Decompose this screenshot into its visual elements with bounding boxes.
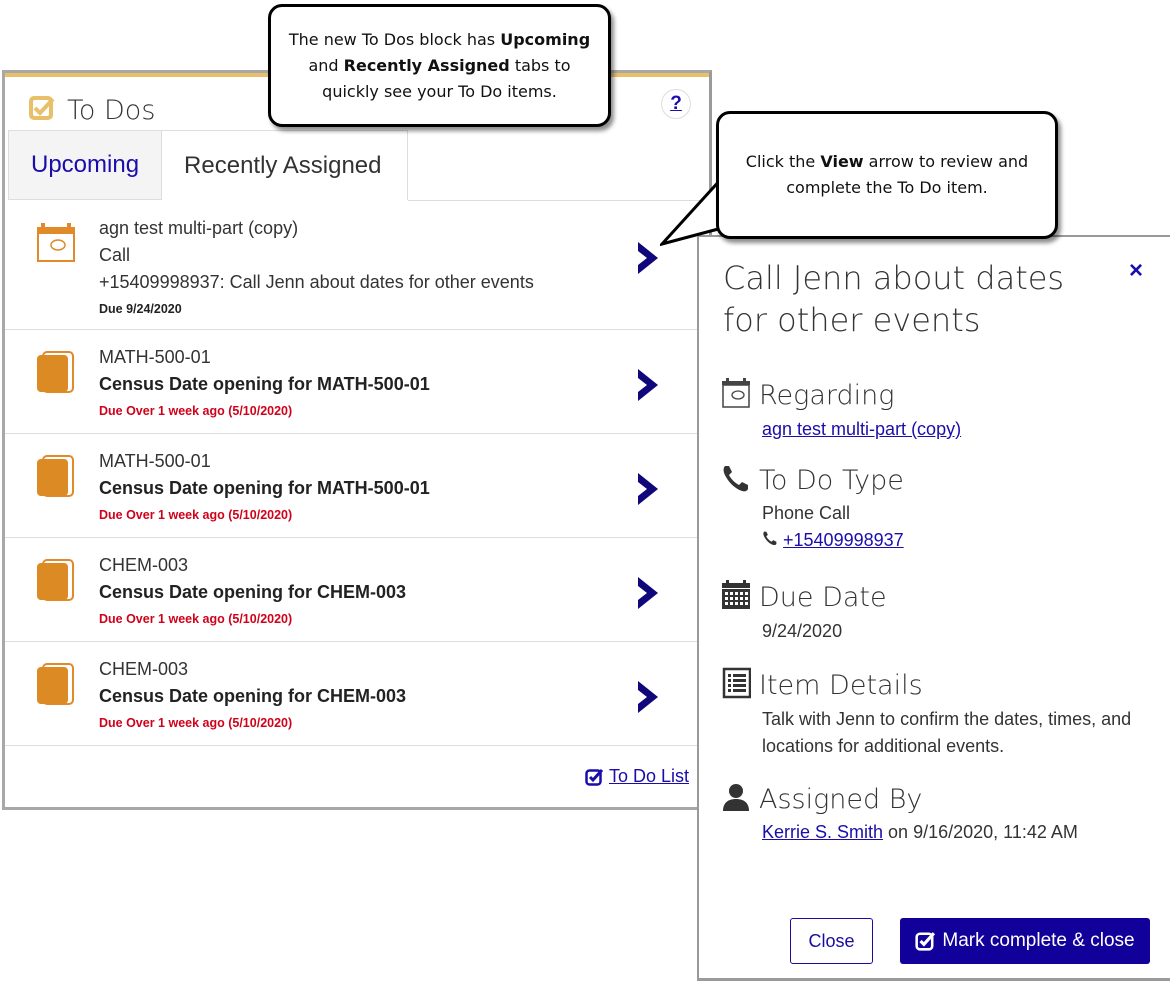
view-arrow-icon[interactable]	[635, 366, 661, 409]
todo-due: Due Over 1 week ago (5/10/2020)	[99, 508, 293, 522]
book-icon	[35, 662, 75, 711]
todo-item: CHEM-003 Census Date opening for CHEM-00…	[5, 642, 709, 746]
todo-description: +15409998937: Call Jenn about dates for …	[99, 272, 534, 292]
calendar-icon	[35, 221, 77, 272]
view-arrow-icon[interactable]	[635, 239, 661, 282]
todo-context: MATH-500-01	[99, 347, 211, 367]
callout-text: The new To Dos block has	[288, 29, 501, 49]
todo-list-link[interactable]: To Do List	[585, 766, 689, 787]
todo-description: Census Date opening for MATH-500-01	[99, 478, 430, 498]
todo-list: agn test multi-part (copy) Call +1540999…	[5, 201, 709, 746]
checkbox-icon	[585, 768, 603, 786]
callout-bold: View	[820, 152, 864, 171]
section-regarding: Regarding agn test multi-part (copy)	[721, 377, 961, 443]
section-due-date: Due Date 9/24/2020	[721, 579, 887, 645]
book-icon	[35, 454, 75, 503]
due-date-label: Due Date	[759, 582, 887, 613]
mark-complete-button[interactable]: Mark complete & close	[900, 918, 1150, 964]
todo-type: Call	[99, 245, 131, 265]
assigned-by-label: Assigned By	[759, 784, 923, 815]
todo-due: Due 9/24/2020	[99, 302, 182, 316]
book-icon	[35, 350, 75, 399]
section-assigned-by: Assigned By Kerrie S. Smith on 9/16/2020…	[721, 782, 1078, 846]
section-item-details: Item Details Talk with Jenn to confirm t…	[721, 667, 1162, 760]
phone-link[interactable]: +15409998937	[783, 530, 904, 550]
calendar-grid-icon	[721, 579, 751, 616]
phone-icon	[762, 530, 783, 550]
todo-context: MATH-500-01	[99, 451, 211, 471]
close-icon[interactable]: ×	[1129, 257, 1143, 285]
regarding-label: Regarding	[759, 380, 895, 411]
todo-due: Due Over 1 week ago (5/10/2020)	[99, 404, 293, 418]
callout-text: and	[308, 55, 344, 75]
user-icon	[721, 782, 751, 817]
todo-detail-panel: Call Jenn about dates for other events ×…	[697, 235, 1170, 981]
callout-bold: Recently Assigned	[343, 55, 510, 75]
todos-tabs: Upcoming Recently Assigned	[8, 130, 409, 202]
todo-due: Due Over 1 week ago (5/10/2020)	[99, 612, 293, 626]
todo-description: Census Date opening for CHEM-003	[99, 686, 407, 706]
tab-upcoming[interactable]: Upcoming	[8, 130, 163, 200]
calendar-icon	[721, 377, 751, 414]
view-callout: Click the View arrow to review and compl…	[716, 111, 1058, 239]
callout-text: Click the	[745, 152, 821, 171]
todo-description: Census Date opening for MATH-500-01	[99, 374, 430, 394]
item-details-label: Item Details	[759, 670, 923, 701]
view-arrow-icon[interactable]	[635, 574, 661, 617]
book-icon	[35, 558, 75, 607]
todo-item: MATH-500-01 Census Date opening for MATH…	[5, 330, 709, 434]
todo-type-label: To Do Type	[759, 465, 904, 496]
detail-title: Call Jenn about dates for other events	[723, 259, 1065, 339]
todo-due: Due Over 1 week ago (5/10/2020)	[99, 716, 293, 730]
tab-recently-assigned[interactable]: Recently Assigned	[162, 130, 409, 200]
view-arrow-icon[interactable]	[635, 678, 661, 721]
todo-context: agn test multi-part (copy)	[99, 218, 299, 238]
close-button[interactable]: Close	[790, 918, 873, 964]
checkbox-icon	[27, 93, 57, 128]
todo-item: MATH-500-01 Census Date opening for MATH…	[5, 434, 709, 538]
mark-complete-label: Mark complete & close	[942, 930, 1135, 951]
assigned-by-date: on 9/16/2020, 11:42 AM	[883, 822, 1078, 842]
todos-header: To Dos	[27, 93, 155, 128]
todo-type-value: Phone Call	[762, 503, 851, 523]
assigned-by-link[interactable]: Kerrie S. Smith	[762, 822, 883, 842]
todo-context: CHEM-003	[99, 659, 189, 679]
todo-item: agn test multi-part (copy) Call +1540999…	[5, 201, 709, 330]
todos-block: To Dos ? Upcoming Recently Assigned agn …	[2, 70, 712, 810]
due-date-value: 9/24/2020	[762, 621, 843, 641]
tabs-callout: The new To Dos block has Upcoming and Re…	[268, 4, 611, 127]
callout-bold: Upcoming	[500, 29, 591, 49]
help-button[interactable]: ?	[661, 89, 691, 119]
todo-item: CHEM-003 Census Date opening for CHEM-00…	[5, 538, 709, 642]
view-arrow-icon[interactable]	[635, 470, 661, 513]
todo-list-link-label: To Do List	[608, 766, 689, 786]
checkbox-icon	[915, 932, 936, 951]
section-todo-type: To Do Type Phone Call +15409998937	[721, 463, 904, 554]
todo-context: CHEM-003	[99, 555, 189, 575]
todo-description: Census Date opening for CHEM-003	[99, 582, 407, 602]
phone-icon	[721, 463, 751, 498]
item-details-value: Talk with Jenn to confirm the dates, tim…	[762, 709, 1132, 756]
regarding-link[interactable]: agn test multi-part (copy)	[762, 419, 961, 439]
list-icon	[721, 667, 752, 704]
todos-title: To Dos	[67, 95, 156, 126]
